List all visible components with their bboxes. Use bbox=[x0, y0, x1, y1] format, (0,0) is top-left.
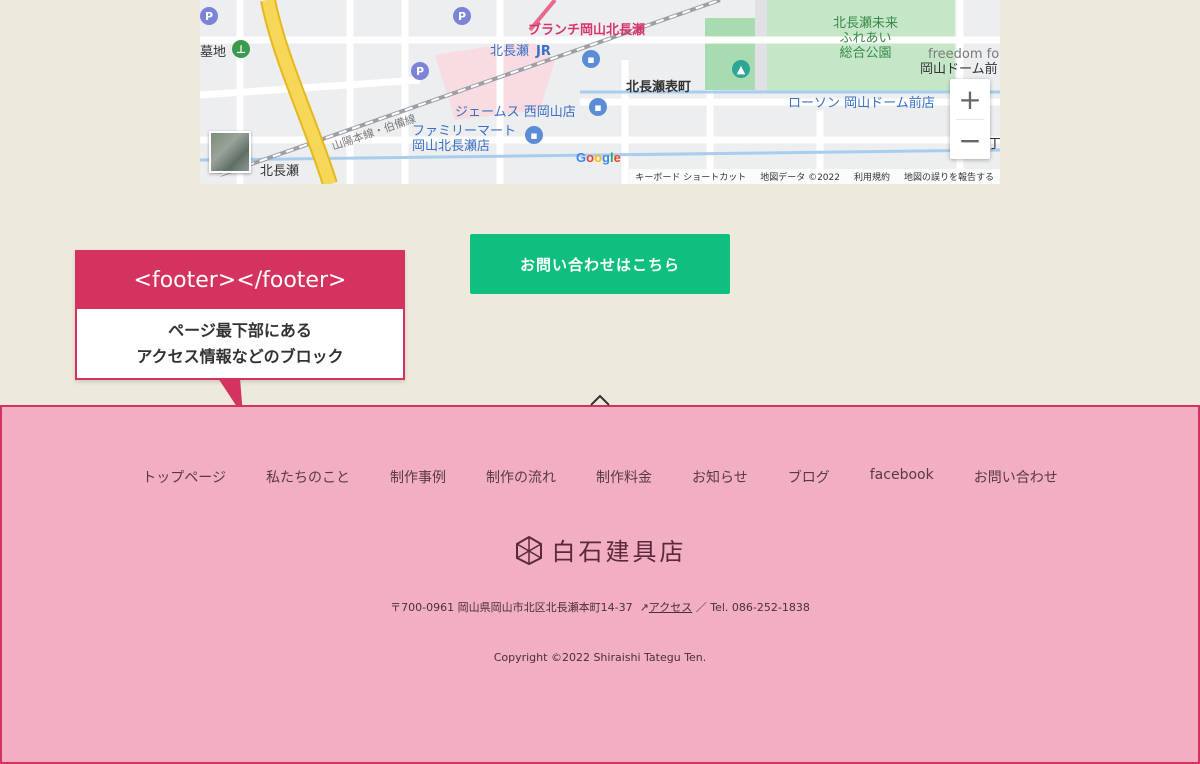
footer-brand[interactable]: 白石建具店 bbox=[2, 532, 1198, 567]
copyright: Copyright ©2022 Shiraishi Tategu Ten. bbox=[493, 651, 707, 664]
external-link-icon: ↗ bbox=[636, 601, 649, 614]
footer-nav-works[interactable]: 制作事例 bbox=[390, 467, 446, 487]
address-tel: ／ Tel. 086-252-1838 bbox=[695, 601, 810, 614]
annotation-body: ページ最下部にある アクセス情報などのブロック bbox=[77, 309, 403, 378]
footer-nav-news[interactable]: お知らせ bbox=[692, 467, 748, 487]
report-error-link[interactable]: 地図の誤りを報告する bbox=[904, 170, 994, 183]
map-label-familymart: ファミリーマート 岡山北長瀬店 bbox=[412, 124, 517, 154]
site-footer: トップページ 私たちのこと 制作事例 制作の流れ 制作料金 お知らせ ブログ f… bbox=[0, 405, 1200, 764]
zoom-out-button[interactable]: − bbox=[950, 120, 990, 160]
brand-name: 白石建具店 bbox=[551, 538, 687, 566]
map-label-lawson: ローソン 岡山ドーム前店 bbox=[788, 96, 935, 111]
footer-nav-flow[interactable]: 制作の流れ bbox=[486, 467, 556, 487]
parking-icon[interactable]: P bbox=[200, 7, 218, 25]
scroll-to-top-icon[interactable] bbox=[589, 393, 611, 407]
logo-icon bbox=[515, 535, 542, 565]
annotation-line-2: アクセス情報などのブロック bbox=[136, 346, 344, 366]
map-zoom-control: + − bbox=[950, 79, 990, 159]
footer-nav-about[interactable]: 私たちのこと bbox=[266, 467, 350, 487]
footer-nav-facebook[interactable]: facebook bbox=[870, 467, 934, 487]
footer-nav-price[interactable]: 制作料金 bbox=[596, 467, 652, 487]
parking-icon[interactable]: P bbox=[411, 62, 429, 80]
zoom-in-button[interactable]: + bbox=[950, 79, 990, 119]
park-icon[interactable]: ▲ bbox=[732, 60, 750, 78]
map-label-james: ジェームス 西岡山店 bbox=[455, 105, 576, 120]
map-label-grave: 墓地 bbox=[200, 45, 227, 60]
map-label-kitanagase: 北長瀬 bbox=[260, 164, 300, 179]
embedded-map[interactable]: P P P ⊥ ▪ ▪ ▲ ▪ ブランチ岡山北長瀬 北長瀬 JR 北長瀬未来 ふ… bbox=[200, 0, 1000, 184]
satellite-toggle[interactable] bbox=[209, 131, 251, 173]
map-label-park: 北長瀬未来 ふれあい 総合公園 bbox=[833, 16, 899, 61]
map-attribution: キーボード ショートカット 地図データ ©2022 利用規約 地図の誤りを報告す… bbox=[629, 169, 1000, 184]
shopping-bag-icon[interactable]: ▪ bbox=[589, 98, 607, 116]
footer-annotation: <footer></footer> ページ最下部にある アクセス情報などのブロッ… bbox=[75, 250, 405, 380]
google-logo: Google bbox=[576, 150, 621, 165]
footer-nav-top[interactable]: トップページ bbox=[142, 467, 226, 487]
map-data-label: 地図データ ©2022 bbox=[760, 173, 840, 183]
footer-nav-contact[interactable]: お問い合わせ bbox=[974, 467, 1058, 487]
footer-address: 〒700-0961 岡山県岡山市北区北長瀬本町14-37 ↗アクセス ／ Tel… bbox=[2, 599, 1198, 615]
grave-icon[interactable]: ⊥ bbox=[232, 40, 250, 58]
terms-link[interactable]: 利用規約 bbox=[854, 170, 890, 183]
footer-nav-blog[interactable]: ブログ bbox=[788, 467, 830, 487]
map-label-dome: 岡山ドーム前 bbox=[920, 62, 998, 77]
map-label-branch: ブランチ岡山北長瀬 bbox=[528, 23, 646, 38]
shopping-cart-icon[interactable]: ▪ bbox=[582, 50, 600, 68]
map-label-station: 北長瀬 bbox=[490, 44, 530, 59]
address-text: 〒700-0961 岡山県岡山市北区北長瀬本町14-37 bbox=[390, 601, 633, 614]
jr-mark: JR bbox=[536, 44, 551, 59]
map-label-town: 北長瀬表町 bbox=[626, 80, 692, 95]
store-icon[interactable]: ▪ bbox=[525, 126, 543, 144]
footer-nav: トップページ 私たちのこと 制作事例 制作の流れ 制作料金 お知らせ ブログ f… bbox=[2, 467, 1198, 487]
access-link[interactable]: アクセス bbox=[649, 601, 692, 614]
annotation-title: <footer></footer> bbox=[77, 252, 403, 309]
keyboard-shortcuts-link[interactable]: キーボード ショートカット bbox=[635, 170, 746, 183]
map-label-freedom: freedom fo bbox=[928, 47, 1000, 62]
contact-button[interactable]: お問い合わせはこちら bbox=[470, 234, 730, 294]
parking-icon[interactable]: P bbox=[453, 7, 471, 25]
annotation-line-1: ページ最下部にある bbox=[168, 320, 312, 340]
